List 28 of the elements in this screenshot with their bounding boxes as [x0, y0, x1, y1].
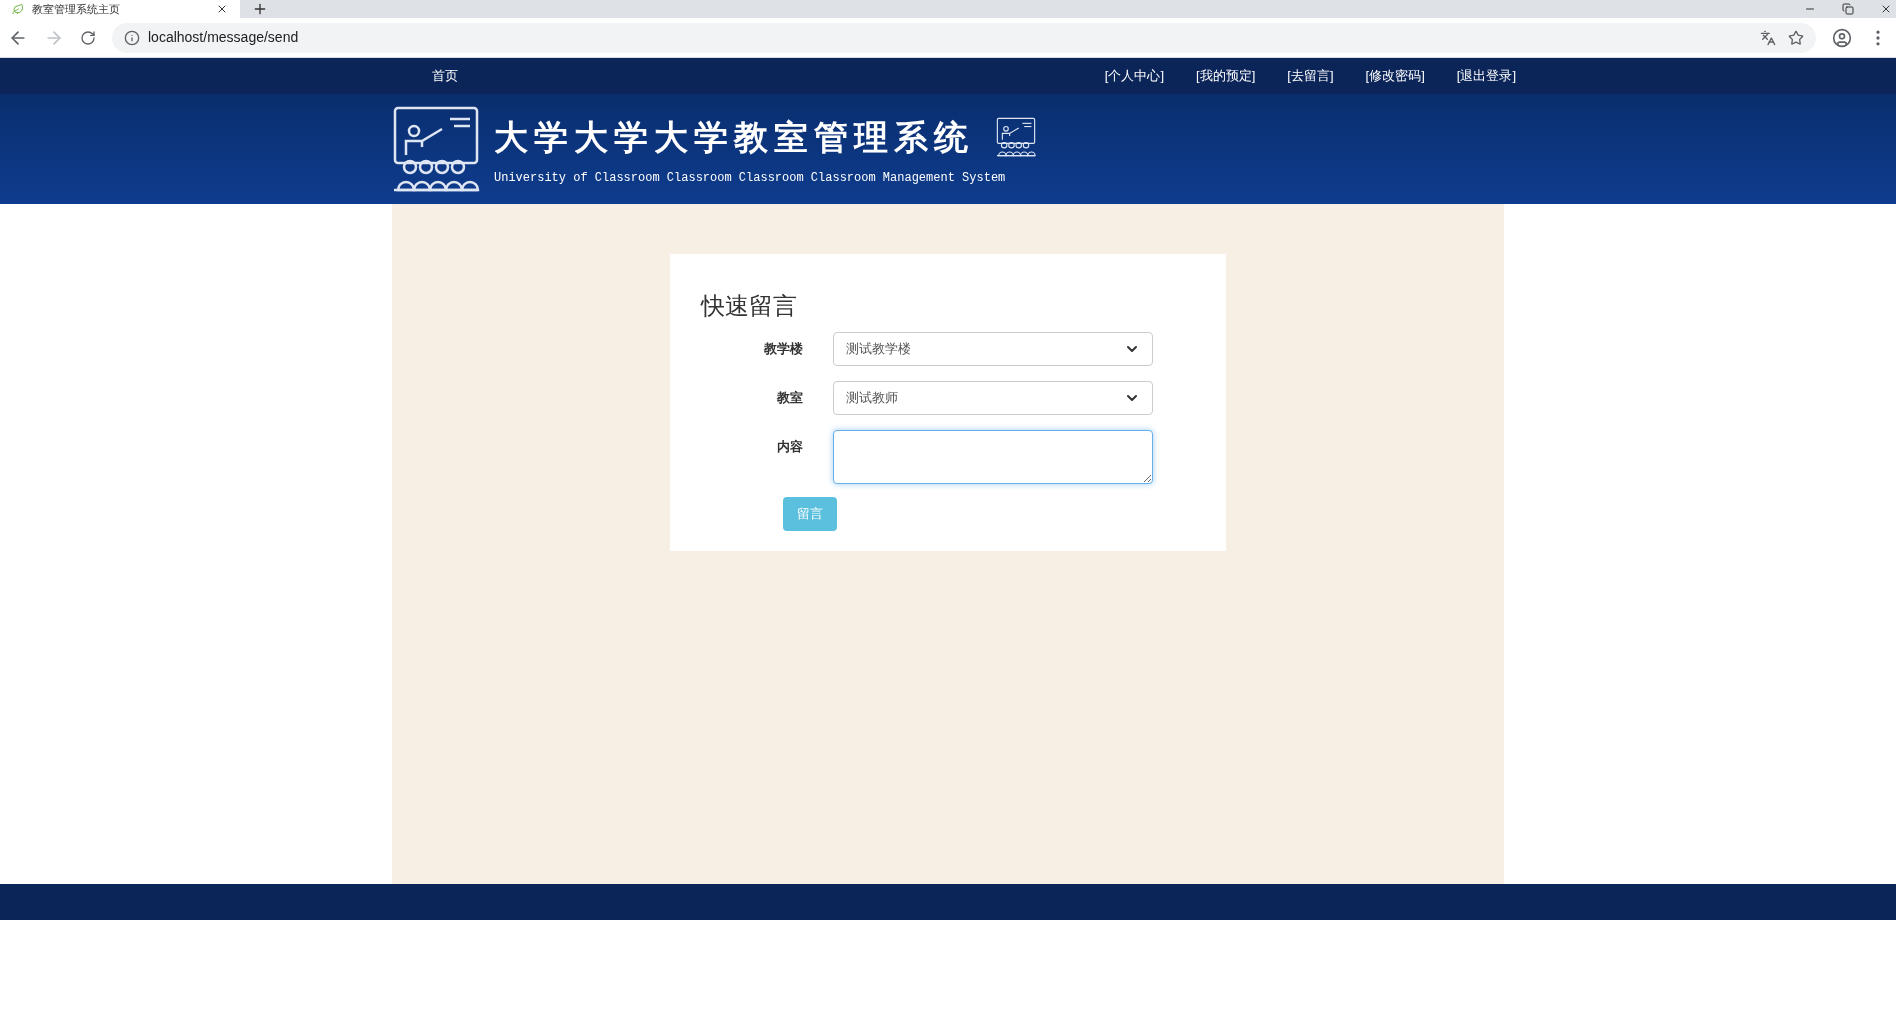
select-field[interactable]: 测试教学楼	[833, 332, 1153, 366]
bookmark-star-icon[interactable]	[1788, 29, 1804, 46]
field-label: 教学楼	[763, 340, 803, 358]
restore-icon[interactable]	[1842, 3, 1854, 15]
url-text: localhost/message/send	[148, 28, 299, 47]
field-label: 内容	[776, 438, 803, 456]
close-icon[interactable]	[216, 3, 228, 15]
classroom-logo-drawing	[996, 117, 1036, 157]
translate-icon[interactable]	[1760, 29, 1776, 46]
leaf-icon	[12, 3, 24, 15]
browser-tab[interactable]: 教室管理系统主页	[0, 0, 240, 18]
account-icon[interactable]	[1832, 27, 1852, 48]
site-subtitle: University of Classroom Classroom Classroom Classroom Management System	[494, 169, 1007, 187]
new-tab-icon[interactable]	[252, 1, 268, 17]
nav-link[interactable]: 首页	[432, 66, 458, 86]
field-label: 教室	[776, 389, 803, 407]
address-bar[interactable]: localhost/message/send	[112, 22, 1816, 53]
info-icon	[124, 29, 140, 46]
site-title: 大学大学大学教室管理系统	[494, 116, 974, 158]
reload-icon[interactable]	[80, 29, 96, 46]
form-heading: 快速留言	[701, 291, 798, 321]
nav-link[interactable]: [个人中心]	[1104, 66, 1165, 86]
nav-link[interactable]: [退出登录]	[1456, 66, 1516, 86]
nav-link[interactable]: [我的预定]	[1196, 66, 1256, 86]
close-window-icon[interactable]	[1880, 3, 1892, 15]
nav-link[interactable]: [去留言]	[1287, 66, 1334, 86]
nav-link[interactable]: [修改密码]	[1365, 66, 1425, 86]
select-field[interactable]: 测试教师	[833, 381, 1153, 415]
